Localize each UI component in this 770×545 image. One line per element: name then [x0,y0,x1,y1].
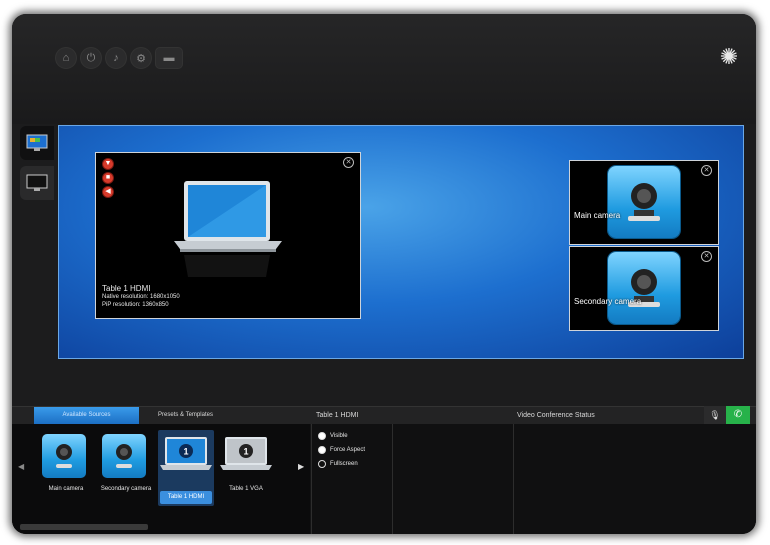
camera-icon [628,269,660,307]
stop-icon[interactable]: ■ [103,173,113,183]
pane-title: Table 1 HDMI [102,284,151,293]
camera-icon [628,183,660,221]
badge-number: 1 [183,447,188,457]
source-thumb [102,434,146,478]
sidetab-display[interactable] [20,166,54,200]
side-tabs [20,126,60,206]
source-label: Table 1 VGA [229,486,263,492]
camera-icon [56,444,72,468]
source-thumb [42,434,86,478]
monitor-windows-icon [26,134,48,151]
empty-panel [392,424,513,534]
tab-available-sources[interactable]: Available Sources [34,407,139,424]
secondary-camera-label: Secondary camera [574,297,642,306]
close-icon[interactable]: ✕ [343,157,354,168]
mute-icon[interactable]: ◀ [103,187,113,197]
monitor-icon [26,174,48,191]
close-icon[interactable]: ✕ [701,251,712,262]
source-label: Table 1 HDMI [160,491,212,504]
gear-icon[interactable]: ⚙ [131,48,151,68]
camera-icon [116,444,132,468]
source-item-secondary-camera[interactable]: Secondary camera [98,430,154,502]
main-camera-pane[interactable]: ✕ Main camera [569,160,719,245]
close-icon[interactable]: ✕ [701,165,712,176]
laptop-icon: 1 [160,437,212,470]
camera-tile [608,252,680,324]
camera-tile [608,166,680,238]
microphone-icon[interactable]: 🎙 [704,406,726,424]
option-fullscreen-label: Fullscreen [330,461,358,467]
settings-gear-icon[interactable]: ✺ [716,44,742,70]
native-resolution: Native resolution: 1680x1050 [102,294,180,300]
video-conference-status-panel [513,424,756,534]
option-fullscreen[interactable]: Fullscreen [318,460,358,468]
horizontal-scrollbar[interactable] [20,524,148,530]
main-camera-label: Main camera [574,211,621,220]
selected-source-title: Table 1 HDMI [316,412,359,419]
source-item-main-camera[interactable]: Main camera [38,430,94,502]
radio-force-aspect[interactable] [318,446,326,454]
scroll-left-icon[interactable]: ◀ [18,462,24,471]
tab-presets-templates[interactable]: Presets & Templates [143,407,228,424]
home-icon[interactable]: ⌂ [56,48,76,68]
badge-number: 1 [243,447,248,457]
volume-icon[interactable]: ♪ [106,48,126,68]
radio-visible[interactable] [318,432,326,440]
scroll-right-icon[interactable]: ▶ [298,462,304,471]
sidetab-layout[interactable] [20,126,54,160]
hdmi-preview-pane[interactable]: ✕ ▼ ■ ◀ Table 1 HDMI Native resolution: … [95,152,361,319]
keyboard-icon[interactable]: ▬ [156,48,182,68]
laptop-icon [174,181,282,277]
pin-icon[interactable]: ▼ [103,159,113,169]
bottom-panel: Available Sources Presets & Templates Ta… [12,406,756,534]
call-icon[interactable]: ✆ [726,406,750,424]
power-icon[interactable]: ⏻ [81,48,101,68]
option-visible[interactable]: Visible [318,432,348,440]
bottom-tab-bar: Available Sources Presets & Templates Ta… [12,406,756,424]
source-options-panel: Visible Force Aspect Fullscreen [311,424,392,534]
vc-status-title: Video Conference Status [517,412,595,419]
available-sources-list: ◀ Main camera Secondary camera 1 Table 1… [12,424,310,534]
option-force-aspect[interactable]: Force Aspect [318,446,365,454]
layout-canvas[interactable]: ✕ ▼ ■ ◀ Table 1 HDMI Native resolution: … [58,125,744,359]
top-bar: ⌂ ⏻ ♪ ⚙ ▬ ✺ [12,14,756,124]
source-label: Secondary camera [100,486,152,492]
app-window: ⌂ ⏻ ♪ ⚙ ▬ ✺ ✕ ▼ ■ ◀ Table 1 HDMI Native … [12,14,756,534]
radio-fullscreen[interactable] [318,460,326,468]
laptop-icon: 1 [220,437,272,470]
source-item-table1-vga[interactable]: 1 Table 1 VGA [218,430,274,502]
secondary-camera-pane[interactable]: ✕ Secondary camera [569,246,719,331]
option-visible-label: Visible [330,433,348,439]
source-item-table1-hdmi[interactable]: 1 Table 1 HDMI [158,430,214,506]
source-label: Main camera [48,486,84,492]
option-force-aspect-label: Force Aspect [330,447,366,453]
pip-resolution: PiP resolution: 1360x850 [102,302,169,308]
